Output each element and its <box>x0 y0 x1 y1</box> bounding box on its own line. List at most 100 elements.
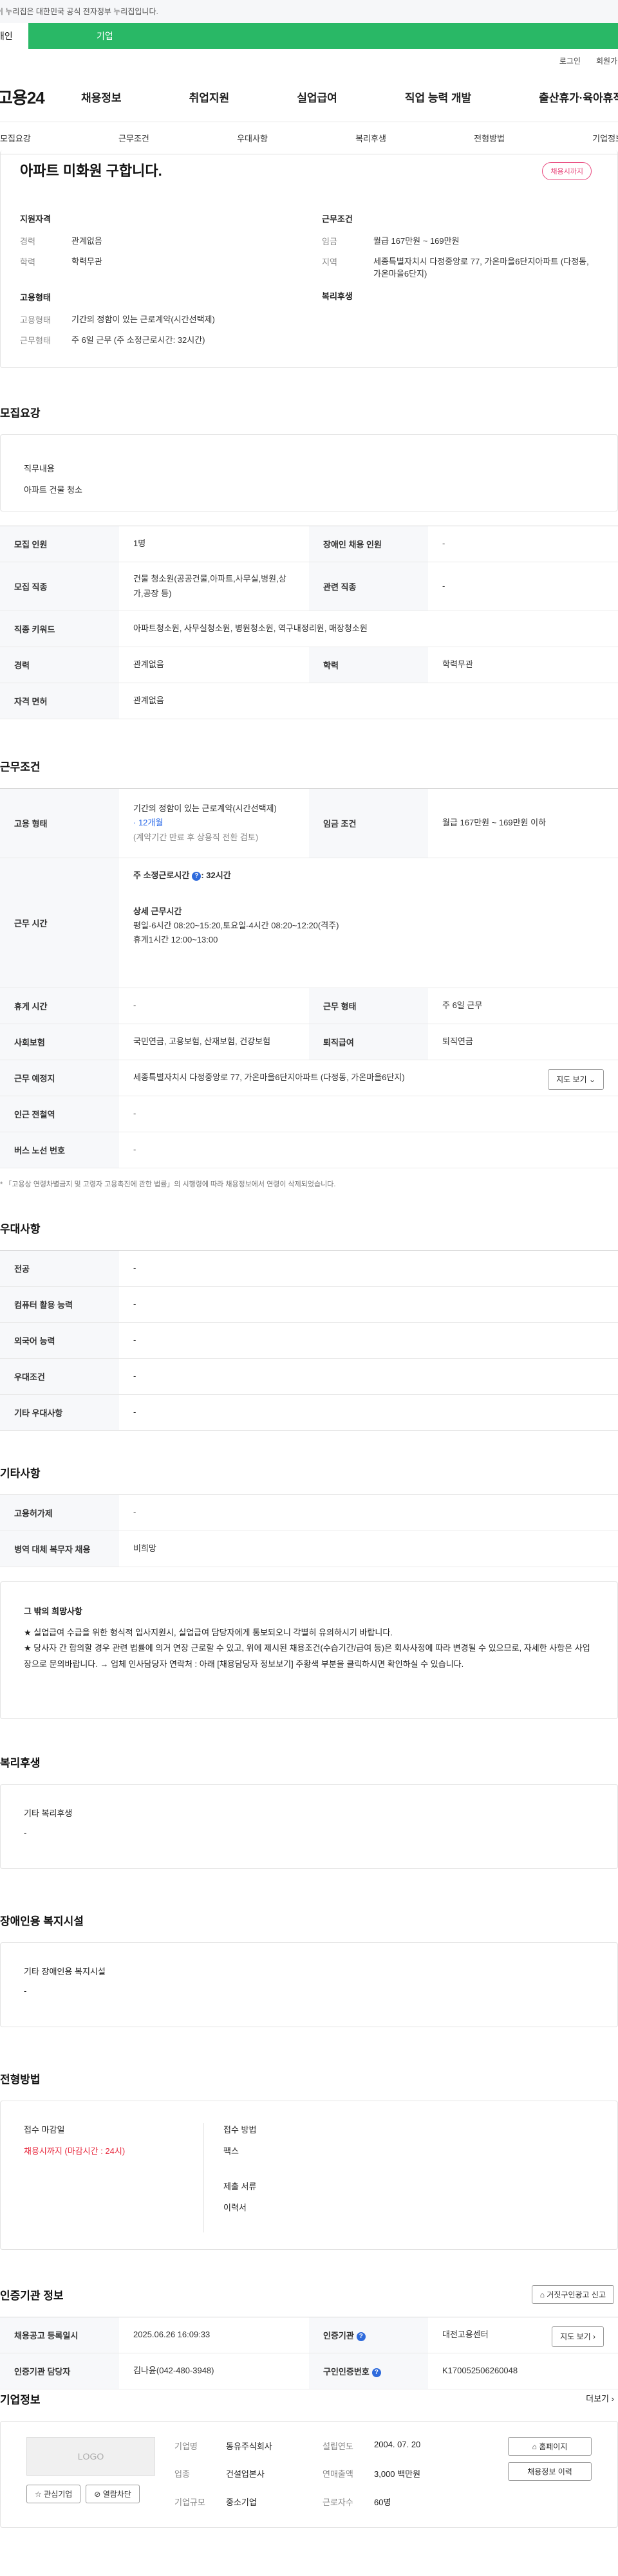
pref-key: 전공 <box>0 1250 119 1287</box>
sales-key: 연매출액 <box>323 2469 353 2479</box>
home-icon: ⌂ <box>539 2290 545 2299</box>
pref-key: 우대조건 <box>0 1358 119 1395</box>
work-table: 고용 형태 기간의 정함이 있는 근로계약(시간선택제) · 12개월 (계약기… <box>0 788 618 1168</box>
retire-key: 퇴직급여 <box>309 1024 428 1060</box>
cert-no-value: K170052506260048 <box>428 2353 618 2389</box>
etc-section: 기타사항 고용허가제 - 병역 대체 복무자 채용 비희망 그 밖의 희망사항 ★ … <box>0 1464 618 1719</box>
help-icon[interactable]: ? <box>356 2332 366 2341</box>
wage-value: 월급 167만원 ~ 169만원 이하 <box>428 788 618 858</box>
facility-label: 기타 장애인용 복지시설 <box>24 1967 106 1976</box>
time-key: 근무 시간 <box>0 858 119 988</box>
pref-key: 컴퓨터 활용 능력 <box>0 1286 119 1323</box>
emp-key: 근무형태 <box>20 335 51 345</box>
section-subnav: 모집요강 근무조건 우대사항 복리후생 전형방법 기업정보 <box>0 122 618 154</box>
gnb-item-jobs[interactable]: 채용정보 <box>81 89 122 105</box>
signup-link[interactable]: 회원가입 <box>596 55 618 66</box>
size-key: 기업규모 <box>174 2497 205 2507</box>
table-row: 컴퓨터 활용 능력 - <box>0 1286 618 1323</box>
count-key: 모집 인원 <box>0 526 119 562</box>
wage-key: 임금 조건 <box>309 788 428 858</box>
status-badge: 채용시까지 <box>542 162 592 180</box>
table-row: 자격 면허 관계없음 <box>0 683 618 719</box>
gnb-item-support[interactable]: 취업지원 <box>189 89 230 105</box>
table-row: 근무 시간 주 소정근로시간?: 32시간 상세 근무시간 평일-6시간 08:… <box>0 858 618 988</box>
subnav-company[interactable]: 기업정보 <box>592 132 618 144</box>
job-history-button[interactable]: 채용정보 이력 <box>508 2462 592 2481</box>
table-row: 직종 키워드 아파트청소원, 사무실청소원, 병원청소원, 역구내정리원, 매장… <box>0 611 618 647</box>
career-key: 경력 <box>0 647 119 683</box>
pref-value: - <box>119 1322 618 1359</box>
edu-key: 학력 <box>309 647 428 683</box>
gnb-item-unemployment[interactable]: 실업급여 <box>297 89 337 105</box>
career-value: 관계없음 <box>119 647 309 683</box>
gnb-item-training[interactable]: 직업 능력 개발 <box>405 89 471 105</box>
job-value: 건물 청소원(공공건물,아파트,사무실,병원,상가,공장 등) <box>119 562 309 611</box>
gnb-menu: 채용정보 취업지원 실업급여 직업 능력 개발 출산휴가·육아휴직 <box>75 89 618 105</box>
cert-no-label: 구인인증번호 <box>323 2367 370 2377</box>
docs-label: 제출 서류 <box>223 2182 257 2191</box>
table-row: 인근 전철역 - <box>0 1096 618 1132</box>
process-title: 전형방법 <box>0 2074 41 2086</box>
license-value: 관계없음 <box>119 683 618 719</box>
qualification-heading: 지원자격 <box>20 214 51 224</box>
table-row: 경력 관계없음 학력 학력무관 <box>0 647 618 683</box>
homepage-button[interactable]: ⌂ 홈페이지 <box>508 2437 592 2456</box>
company-actions: ☆ 관심기업 ⊘ 열람차단 <box>26 2485 174 2503</box>
pref-title: 우대사항 <box>0 1223 41 1235</box>
method-value: 팩스 <box>223 2146 239 2156</box>
disabled-value: - <box>428 526 618 562</box>
help-icon[interactable]: ? <box>192 871 201 881</box>
employees-key: 근로자수 <box>323 2497 353 2507</box>
fake-ad-report-button[interactable]: ⌂ 거짓구인광고 신고 <box>531 2285 614 2304</box>
emp-type-cell: 기간의 정함이 있는 근로계약(시간선택제) · 12개월 (계약기간 만료 후… <box>119 788 309 858</box>
utility-bar: 로그인 회원가입 <box>0 49 618 72</box>
employment-heading: 고용형태 <box>20 293 51 302</box>
interest-button[interactable]: ☆ 관심기업 <box>26 2485 81 2503</box>
keyword-value: 아파트청소원, 사무실청소원, 병원청소원, 역구내정리원, 매장청소원 <box>119 611 618 647</box>
rest-value: - <box>119 988 309 1024</box>
agency-table: 채용공고 등록일시 2025.06.26 16:09:33 인증기관? 대전고용… <box>0 2317 618 2389</box>
insurance-key: 사회보험 <box>0 1024 119 1060</box>
subnav-work[interactable]: 근무조건 <box>118 132 149 144</box>
emp-value: 기간의 정함이 있는 근로계약(시간선택제) <box>71 315 215 324</box>
subnav-process[interactable]: 전형방법 <box>474 132 505 144</box>
pref-key: 기타 우대사항 <box>0 1394 119 1431</box>
table-row: 버스 노선 번호 - <box>0 1132 618 1168</box>
job-history-label: 채용정보 이력 <box>527 2467 572 2476</box>
map-button[interactable]: 지도 보기 ⌄ <box>548 1069 604 1090</box>
wish-title: 그 밖의 희망사항 <box>24 1606 82 1616</box>
staff-key: 인증기관 담당자 <box>0 2353 119 2389</box>
login-link[interactable]: 로그인 <box>559 55 581 66</box>
recruit-table: 모집 인원 1명 장애인 채용 인원 - 모집 직종 건물 청소원(공공건물,아… <box>0 526 618 719</box>
map-button-label: 지도 보기 <box>556 1075 587 1084</box>
table-row: 근무 예정지 세종특별자치시 다정중앙로 77, 가온마을6단지아파트 (다정동… <box>0 1060 618 1096</box>
help-icon[interactable]: ? <box>371 2368 381 2377</box>
more-link[interactable]: 더보기 › <box>586 2392 614 2404</box>
table-row: 고용 형태 기간의 정함이 있는 근로계약(시간선택제) · 12개월 (계약기… <box>0 788 618 858</box>
deadline-col: 접수 마감일 채용시까지 (마감시간 : 24시) <box>24 2123 204 2232</box>
tab-personal[interactable]: 개인 <box>0 23 28 49</box>
founded-key: 설립연도 <box>323 2442 353 2451</box>
subnav-pref[interactable]: 우대사항 <box>237 132 268 144</box>
tab-corporate[interactable]: 기업 <box>28 23 618 49</box>
etc-key: 고용허가제 <box>0 1495 119 1531</box>
subnav-welfare[interactable]: 복리후생 <box>355 132 386 144</box>
gov-banner: 이 누리집은 대한민국 공식 전자정부 누리집입니다. <box>0 0 618 23</box>
pref-value: - <box>119 1250 618 1287</box>
qual-row: 학력 학력무관 <box>20 255 296 268</box>
sales-value: 3,000 백만원 <box>374 2469 421 2479</box>
wish-item: ★ 당사자 간 합의할 경우 관련 법률에 의거 연장 근로할 수 있고, 위에… <box>24 1643 590 1670</box>
gnb-item-leave[interactable]: 출산휴가·육아휴직 <box>539 89 618 105</box>
qual-row: 경력 관계없음 <box>20 235 296 248</box>
agency-map-button[interactable]: 지도 보기 › <box>552 2326 604 2348</box>
duty-label: 직무내용 <box>24 464 55 474</box>
time-cell: 주 소정근로시간?: 32시간 상세 근무시간 평일-6시간 08:20~15:… <box>119 858 618 988</box>
industry-value: 건설업본사 <box>226 2469 265 2479</box>
subnav-recruit[interactable]: 모집요강 <box>0 132 31 144</box>
table-row: 휴게 시간 - 근무 형태 주 6일 근무 <box>0 988 618 1024</box>
detail-hours-label: 상세 근무시간 <box>133 906 182 917</box>
block-button[interactable]: ⊘ 열람차단 <box>86 2485 140 2503</box>
site-logo[interactable]: 고용24 <box>0 85 75 109</box>
deadline-label: 접수 마감일 <box>24 2125 65 2135</box>
contract-period: · 12개월 <box>133 818 164 828</box>
